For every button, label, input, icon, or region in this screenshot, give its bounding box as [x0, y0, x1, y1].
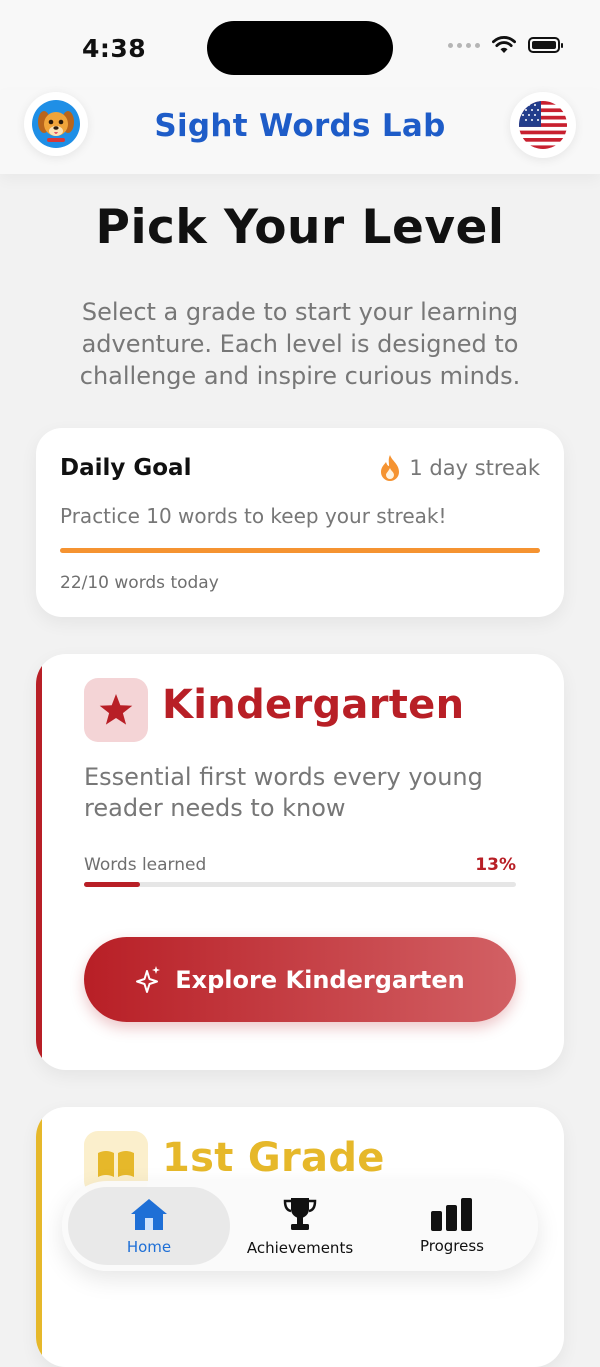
- battery-icon: [528, 37, 563, 53]
- bar-chart-icon: [431, 1198, 472, 1231]
- dynamic-island: [207, 21, 393, 75]
- tab-progress[interactable]: Progress: [382, 1181, 522, 1271]
- daily-goal-progress-fill: [60, 548, 540, 553]
- star-icon: [84, 678, 148, 742]
- app-header: Sight Words Lab: [0, 90, 600, 174]
- tab-achievements[interactable]: Achievements: [232, 1181, 368, 1271]
- words-learned-progress-fill: [84, 882, 141, 887]
- flame-icon: [381, 455, 400, 481]
- page-subtitle: Select a grade to start your learning ad…: [79, 298, 521, 390]
- explore-kindergarten-button[interactable]: Explore Kindergarten: [84, 937, 516, 1022]
- language-button[interactable]: [510, 92, 576, 158]
- words-learned-percent: 13%: [475, 855, 516, 875]
- daily-goal-description: Practice 10 words to keep your streak!: [60, 504, 447, 528]
- sparkles-icon: [136, 965, 161, 993]
- wifi-icon: [492, 36, 516, 53]
- words-learned-progress-bar: [84, 882, 516, 887]
- daily-goal-count: 22/10 words today: [60, 573, 219, 593]
- daily-goal-progress-bar: [60, 548, 540, 553]
- card-accent-bar: [36, 654, 42, 1070]
- tab-home-label: Home: [126, 1238, 172, 1256]
- tab-progress-label: Progress: [419, 1237, 484, 1255]
- cellular-signal-icon: [448, 42, 480, 48]
- words-learned-label: Words learned: [84, 855, 207, 875]
- status-time: 4:38: [82, 34, 147, 63]
- grade-name: 1st Grade: [162, 1135, 385, 1181]
- explore-button-label: Explore Kindergarten: [175, 965, 465, 994]
- daily-goal-title: Daily Goal: [60, 455, 192, 481]
- us-flag-icon: [519, 101, 567, 149]
- status-icons: [448, 36, 563, 54]
- grade-name: Kindergarten: [162, 682, 465, 728]
- status-bar: 4:38: [0, 0, 600, 90]
- grade-description: Essential first words every young reader…: [84, 763, 483, 822]
- tab-achievements-label: Achievements: [246, 1239, 354, 1257]
- card-accent-bar: [36, 1107, 42, 1367]
- trophy-icon: [283, 1198, 317, 1230]
- daily-goal-card: Daily Goal 1 day streak Practice 10 word…: [36, 428, 564, 617]
- kindergarten-card[interactable]: Kindergarten Essential first words every…: [36, 654, 564, 1070]
- house-icon: [131, 1199, 167, 1230]
- page-title: Pick Your Level: [95, 200, 505, 255]
- tab-home[interactable]: Home: [68, 1187, 230, 1265]
- streak-indicator: 1 day streak: [379, 454, 540, 482]
- bottom-tab-bar: Home Achievements Progress: [62, 1181, 538, 1271]
- streak-text: 1 day streak: [409, 456, 540, 480]
